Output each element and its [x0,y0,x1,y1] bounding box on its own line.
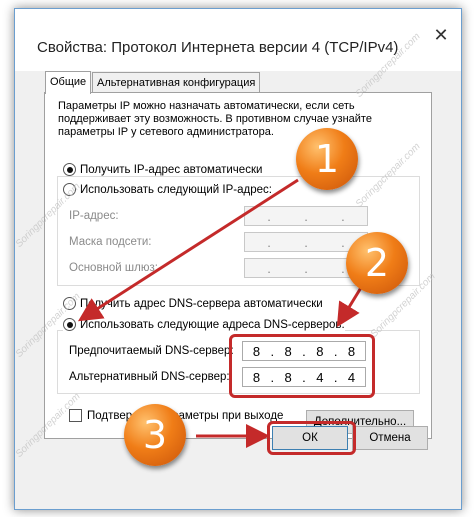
arrow-step1 [77,178,299,322]
step-3-badge: 3 [124,404,186,466]
step-2-badge: 2 [346,232,408,294]
arrow-step2 [336,285,364,328]
step-1-badge: 1 [296,128,358,190]
tab-general[interactable]: Общие [45,71,92,94]
